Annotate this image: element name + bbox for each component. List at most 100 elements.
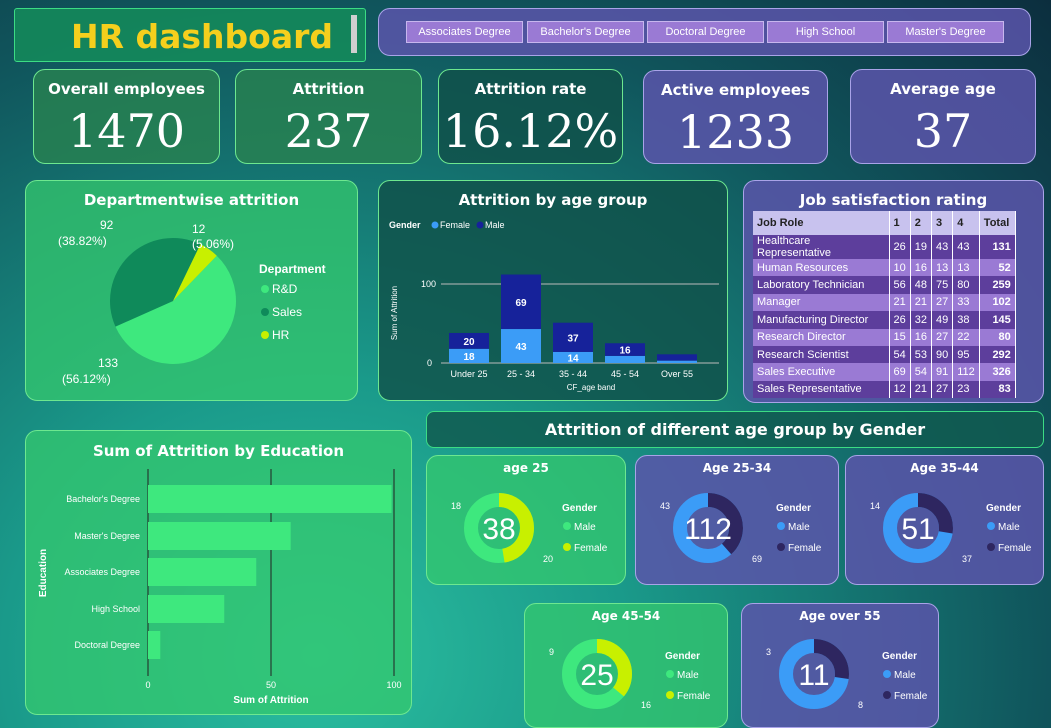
cell-total: 326 [979, 363, 1016, 381]
donut-legend-title: Gender [562, 503, 597, 514]
x-tick-0: 0 [145, 680, 150, 690]
legend-title: Gender [389, 220, 421, 230]
cell-rating-count: 95 [952, 345, 980, 364]
legend-dot-female [883, 691, 891, 699]
pie-label-sales-pct: (38.82%) [58, 234, 107, 248]
cell-rating-count: 16 [910, 328, 933, 346]
donut-female-label: 14 [870, 501, 880, 511]
education-bar[interactable] [148, 558, 257, 586]
bar-female[interactable] [605, 355, 645, 363]
data-label-female: 14 [567, 353, 579, 364]
y-tick-label: Doctoral Degree [74, 640, 140, 650]
cell-rating-count: 43 [931, 235, 954, 259]
slicer-masters-degree[interactable]: Master's Degree [887, 21, 1004, 43]
legend-male: Male [998, 522, 1020, 533]
table-row[interactable]: Research Director 15 16 27 22 80 [753, 328, 1016, 346]
table-row[interactable]: Sales Representative 12 21 27 23 83 [753, 380, 1016, 399]
kpi-value: 237 [284, 104, 373, 158]
legend-dot-female [563, 543, 571, 551]
legend-male: Male [574, 522, 596, 533]
kpi-overall-employees: Overall employees 1470 [33, 69, 220, 164]
table-body: Healthcare Representative 26 19 43 43 131 Huma… [753, 235, 1016, 399]
page-title: HR dashboard [71, 17, 334, 56]
donut-male-label: 16 [641, 700, 651, 710]
education-bar[interactable] [148, 631, 161, 659]
table-row[interactable]: Manager 21 21 27 33 102 [753, 293, 1016, 312]
legend-dot-male [987, 522, 995, 530]
col-header[interactable]: 2 [910, 211, 933, 235]
cell-rating-count: 12 [889, 380, 911, 399]
y-tick-label: Associates Degree [64, 567, 140, 577]
donut-male-label: 8 [858, 700, 863, 710]
cell-job-role: Research Scientist [753, 345, 890, 364]
col-header[interactable]: 3 [931, 211, 954, 235]
col-header[interactable]: 4 [952, 211, 980, 235]
table-row[interactable]: Manufacturing Director 26 32 49 38 145 [753, 311, 1016, 329]
pie-label-hr-count: 12 [192, 222, 206, 236]
pie-slices [109, 238, 236, 364]
job-satisfaction-panel: Job satisfaction rating Job Role 1 2 3 4… [743, 180, 1044, 403]
kpi-label: Overall employees [48, 80, 205, 98]
title-scroll-bar [351, 15, 357, 53]
attrition-by-age-panel: Attrition by age group Gender Female Mal… [378, 180, 728, 401]
kpi-label: Active employees [660, 81, 811, 99]
donut-chart: 11 3 8 Gender Male Female [766, 639, 928, 710]
education-bar[interactable] [148, 522, 291, 550]
table-row[interactable]: Sales Executive 69 54 91 112 326 [753, 363, 1016, 381]
table-row[interactable]: Research Scientist 54 53 90 95 292 [753, 345, 1016, 364]
cell-total: 80 [979, 328, 1016, 346]
cell-rating-count: 21 [910, 293, 933, 312]
kpi-label: Attrition rate [474, 80, 587, 98]
cell-rating-count: 54 [889, 345, 911, 364]
legend-male: Male [788, 522, 810, 533]
kpi-attrition: Attrition 237 [235, 69, 422, 164]
slicer-doctoral-degree[interactable]: Doctoral Degree [647, 21, 764, 43]
slicer-bachelors-degree[interactable]: Bachelor's Degree [527, 21, 644, 43]
x-tick-label: 25 - 34 [507, 369, 535, 379]
cell-rating-count: 32 [910, 311, 933, 329]
bar-male[interactable] [657, 354, 697, 361]
kpi-active-employees: Active employees 1233 [643, 70, 828, 164]
table-row[interactable]: Healthcare Representative 26 19 43 43 131 [753, 235, 1016, 259]
cell-job-role: Manager [753, 293, 890, 312]
cell-rating-count: 21 [889, 293, 911, 312]
col-header[interactable]: 1 [889, 211, 911, 235]
cell-rating-count: 16 [910, 259, 933, 277]
y-tick-0: 0 [427, 358, 432, 368]
slicer-high-school[interactable]: High School [767, 21, 884, 43]
donut-female-label: 3 [766, 647, 771, 657]
data-label-female: 43 [515, 342, 527, 353]
col-header[interactable]: Total [979, 211, 1016, 235]
education-bar[interactable] [148, 485, 392, 513]
x-tick-50: 50 [266, 680, 276, 690]
legend-female: Female [788, 543, 822, 554]
kpi-label: Attrition [292, 80, 365, 98]
education-bar-chart: Education Bachelor's Degree Master's Degr… [38, 469, 402, 706]
donut-chart: 112 43 69 Gender Male Female [660, 493, 822, 564]
cell-rating-count: 27 [931, 328, 954, 346]
table-row[interactable]: Human Resources 10 16 13 13 52 [753, 259, 1016, 277]
x-axis-label: CF_age band [567, 383, 615, 392]
education-slicer: Associates Degree Bachelor's Degree Doct… [378, 8, 1031, 56]
x-tick-label: Over 55 [661, 369, 693, 379]
pie-label-sales-count: 92 [100, 218, 114, 232]
col-header[interactable]: Job Role [753, 211, 890, 235]
slicer-associates-degree[interactable]: Associates Degree [406, 21, 523, 43]
bar-female[interactable] [657, 360, 697, 363]
legend-dot-male [476, 221, 484, 229]
kpi-value: 16.12% [442, 104, 619, 158]
cell-rating-count: 27 [931, 293, 954, 312]
cell-rating-count: 49 [931, 311, 954, 329]
legend-hr: HR [272, 328, 290, 342]
legend-sales: Sales [272, 305, 302, 319]
education-bar[interactable] [148, 595, 225, 623]
donut-female-label: 9 [549, 647, 554, 657]
cell-rating-count: 26 [889, 235, 911, 259]
donut-female-label: 43 [660, 501, 670, 511]
pie-label-rd-pct: (56.12%) [62, 372, 111, 386]
cell-rating-count: 23 [952, 380, 980, 399]
cell-rating-count: 19 [910, 235, 933, 259]
donut-center-value: 112 [684, 513, 732, 546]
table-row[interactable]: Laboratory Technician 56 48 75 80 259 [753, 276, 1016, 294]
legend-rd: R&D [272, 282, 298, 296]
